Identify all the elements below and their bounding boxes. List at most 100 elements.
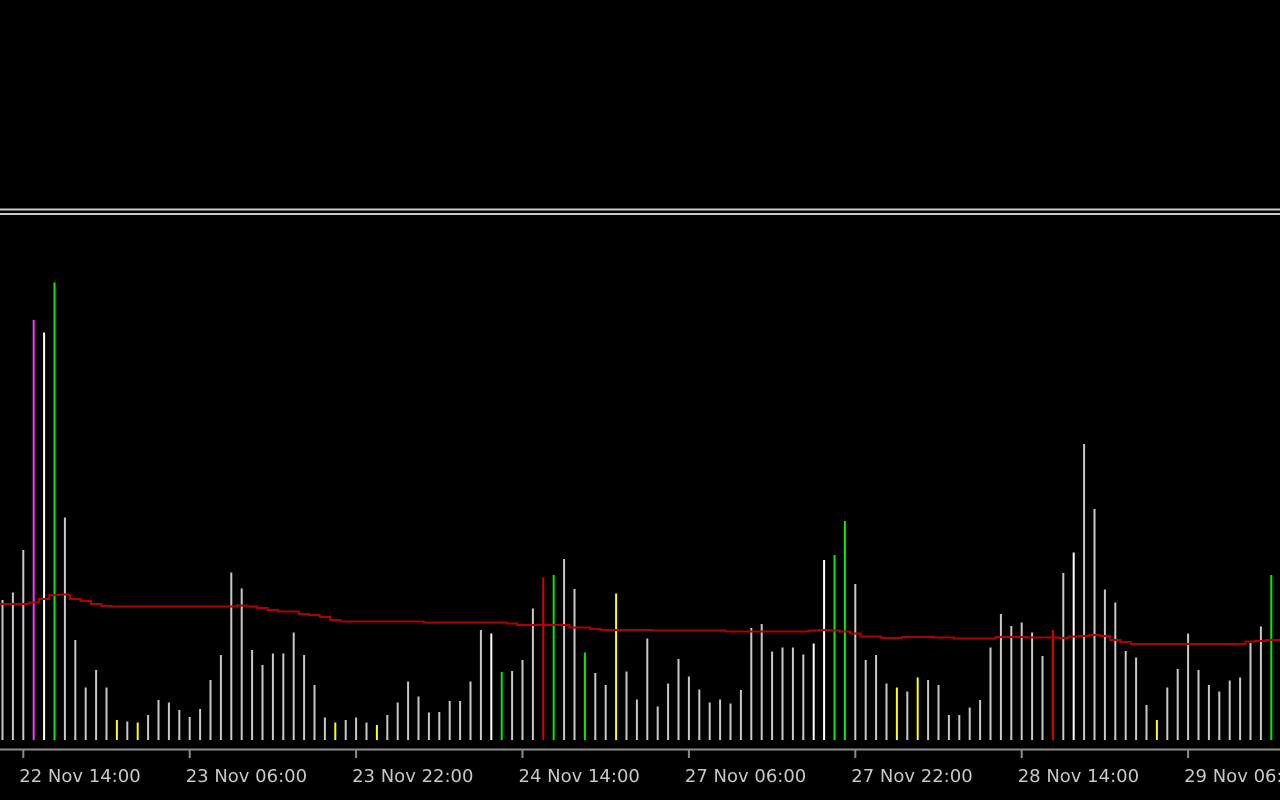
volume-bar <box>1051 630 1054 740</box>
volume-bar <box>958 715 961 740</box>
volume-bar <box>1239 677 1242 740</box>
volume-bar <box>115 720 118 740</box>
volume-bar <box>719 699 722 740</box>
volume-bar <box>105 687 108 740</box>
volume-bar <box>375 725 378 740</box>
volume-bar <box>1114 602 1117 740</box>
volume-bar <box>916 677 919 740</box>
volume-bar <box>438 712 441 740</box>
volume-bar <box>63 517 66 740</box>
volume-bar <box>271 653 274 740</box>
volume-bar <box>313 685 316 740</box>
x-tick-label: 28 Nov 14:00 <box>1018 766 1139 787</box>
volume-bar <box>396 702 399 740</box>
volume-bar <box>1031 632 1034 740</box>
volume-bar <box>615 593 618 740</box>
volume-bar <box>812 643 815 740</box>
moving-average-line <box>0 593 1280 645</box>
volume-bar <box>282 653 285 740</box>
volume-bar <box>677 659 680 740</box>
volume-bar <box>334 722 337 740</box>
volume-bar <box>500 672 503 740</box>
volume-bar <box>1010 626 1013 740</box>
volume-bar <box>791 647 794 740</box>
x-tick-label: 23 Nov 22:00 <box>352 766 473 787</box>
volume-bar <box>521 660 524 740</box>
volume-bar <box>1176 669 1179 740</box>
volume-bar <box>407 681 410 740</box>
volume-bar <box>823 560 826 740</box>
volume-bar <box>230 572 233 740</box>
volume-bar <box>875 655 878 740</box>
volume-bar <box>1187 633 1190 740</box>
volume-bar <box>167 702 170 740</box>
volume-bar <box>531 608 534 740</box>
volume-bar <box>74 640 77 740</box>
moving-average-series <box>0 593 1280 645</box>
volume-bar <box>261 665 264 740</box>
volume-bar <box>1103 589 1106 740</box>
volume-bar <box>729 703 732 740</box>
volume-bar <box>760 624 763 740</box>
volume-bar <box>833 555 836 740</box>
volume-bar <box>594 673 597 740</box>
x-tick-label: 22 Nov 14:00 <box>19 766 140 787</box>
histogram-bars <box>1 282 1273 740</box>
volume-bar <box>563 559 566 740</box>
volume-bar <box>427 712 430 740</box>
volume-bar <box>251 650 254 740</box>
volume-bar <box>583 652 586 740</box>
volume-bar <box>739 690 742 740</box>
volume-bar <box>344 720 347 740</box>
volume-bar <box>157 700 160 740</box>
volume-bar <box>1218 691 1221 740</box>
volume-bar <box>781 647 784 740</box>
volume-bar <box>906 691 909 740</box>
volume-bar <box>1166 687 1169 740</box>
volume-bar <box>1135 657 1138 740</box>
volume-bar <box>802 654 805 740</box>
volume-bar <box>999 614 1002 740</box>
x-tick-label: 23 Nov 06:00 <box>186 766 307 787</box>
volume-bar <box>32 320 35 740</box>
volume-bar <box>355 717 358 740</box>
x-tick-label: 24 Nov 14:00 <box>519 766 640 787</box>
volume-bar <box>53 282 56 740</box>
volume-bar <box>469 681 472 740</box>
volume-bar <box>1228 680 1231 740</box>
volume-bar <box>147 715 150 740</box>
volume-bar <box>604 685 607 740</box>
volume-bar <box>417 696 420 740</box>
volume-bar <box>1020 622 1023 740</box>
volume-bar <box>989 647 992 740</box>
volume-chart: 22 Nov 14:00 23 Nov 06:00 23 Nov 22:00 24 N… <box>0 0 1280 787</box>
volume-bar <box>22 550 25 740</box>
volume-bar <box>542 577 545 740</box>
volume-bar <box>511 671 514 740</box>
volume-bar <box>667 683 670 740</box>
volume-bar <box>885 683 888 740</box>
x-tick-label: 27 Nov 22:00 <box>851 766 972 787</box>
volume-bar <box>1041 656 1044 740</box>
volume-bar <box>573 589 576 740</box>
volume-bar <box>84 687 87 740</box>
volume-bar <box>95 670 98 740</box>
volume-bar <box>771 651 774 740</box>
volume-bar <box>365 722 368 740</box>
volume-bar <box>687 676 690 740</box>
volume-bar <box>323 717 326 740</box>
volume-bar <box>968 707 971 740</box>
volume-bar <box>1145 705 1148 740</box>
volume-bar <box>1249 643 1252 740</box>
volume-bar <box>864 660 867 740</box>
volume-bar <box>854 584 857 740</box>
volume-bar <box>698 689 701 740</box>
volume-bar <box>136 722 139 740</box>
volume-bar <box>646 638 649 740</box>
volume-bar <box>895 687 898 740</box>
volume-bar <box>1197 670 1200 740</box>
volume-bar <box>178 710 181 740</box>
volume-bar <box>209 680 212 740</box>
volume-bar <box>1072 552 1075 740</box>
volume-bar <box>1155 720 1158 740</box>
